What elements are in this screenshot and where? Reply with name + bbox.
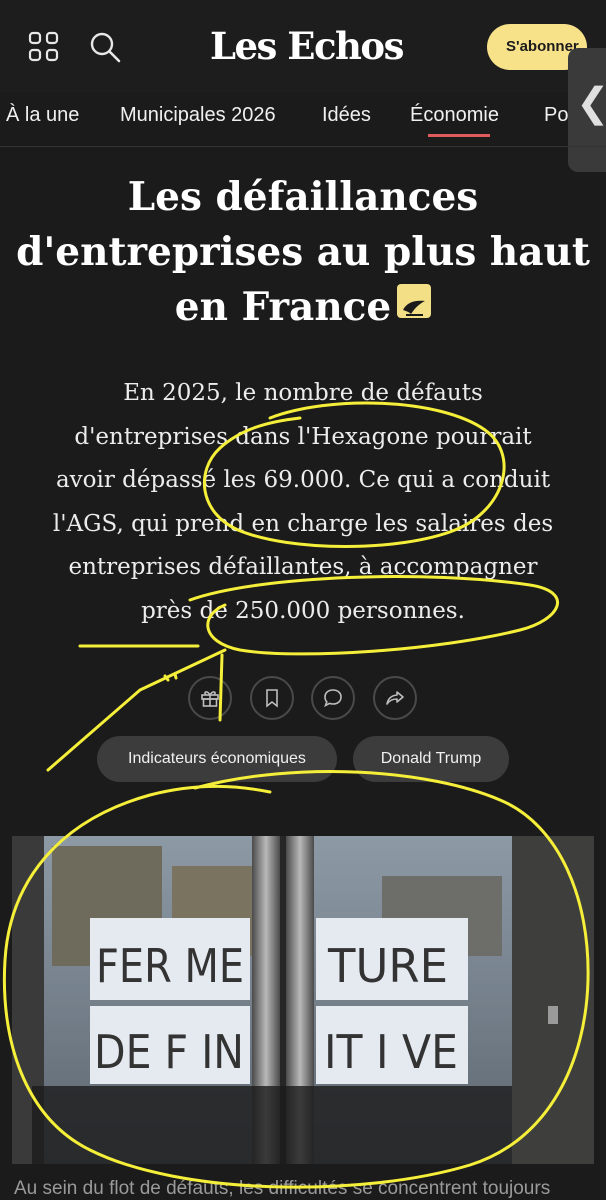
photo-caption: Au sein du flot de défauts, les difficul…	[14, 1178, 551, 1199]
lead-line: l'AGS, qui prend en charge les salaires …	[52, 510, 554, 537]
headline-line: d'entreprises au plus haut	[16, 229, 590, 275]
sign-word: IT I VE	[324, 1025, 458, 1079]
section-nav: À la une Municipales 2026 Idées Économie…	[0, 92, 606, 147]
share-button[interactable]	[373, 676, 417, 720]
nav-item-economie[interactable]: Économie	[410, 104, 499, 127]
headline-line-text: en France	[174, 284, 392, 330]
share-icon	[386, 691, 404, 705]
tag-indicateurs-economiques[interactable]: Indicateurs économiques	[97, 736, 337, 782]
article-photo: FER ME TURE DE F IN IT I VE	[12, 836, 594, 1164]
top-bar: Les Echos S'abonner	[0, 0, 606, 92]
lead-line: d'entreprises dans l'Hexagone pourrait	[74, 423, 532, 450]
comment-icon	[324, 689, 342, 708]
active-tab-indicator	[428, 134, 490, 137]
lead-line: avoir dépassé les 69.000. Ce qui a condu…	[55, 467, 551, 493]
nav-item-idees[interactable]: Idées	[322, 104, 371, 127]
sign-word: FER ME	[96, 939, 244, 993]
article-headline: Les défaillances d'entreprises au plus h…	[0, 170, 606, 335]
lead-line: entreprises défaillantes, à accompagner	[68, 554, 538, 580]
grid-menu-icon[interactable]	[28, 31, 60, 63]
sign-word: TURE	[327, 939, 448, 993]
gift-article-button[interactable]	[188, 676, 232, 720]
nav-item-municipales[interactable]: Municipales 2026	[120, 104, 276, 127]
premium-badge-icon	[397, 284, 432, 318]
nav-item-a-la-une[interactable]: À la une	[6, 104, 79, 127]
lead-line: près de 250.000 personnes.	[141, 597, 465, 624]
headline-line: Les défaillances	[127, 174, 479, 220]
article-lead: En 2025, le nombre de défauts d'entrepri…	[0, 372, 606, 633]
headline-line: en France	[0, 280, 606, 335]
sign-word: DE F IN	[94, 1025, 244, 1079]
comment-button[interactable]	[311, 676, 355, 720]
site-logo[interactable]: Les Echos	[210, 24, 404, 68]
search-icon[interactable]	[88, 30, 122, 64]
lead-line: En 2025, le nombre de défauts	[123, 380, 483, 406]
bookmark-icon	[266, 689, 278, 708]
nav-item-politique[interactable]: Po	[544, 104, 568, 127]
gift-icon	[201, 691, 219, 707]
tag-donald-trump[interactable]: Donald Trump	[353, 736, 509, 782]
bookmark-button[interactable]	[250, 676, 294, 720]
